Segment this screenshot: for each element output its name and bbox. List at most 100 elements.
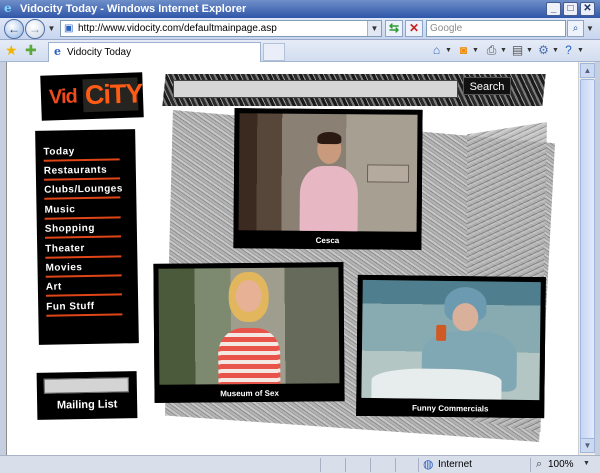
site-search-button[interactable]: Search (463, 77, 511, 95)
status-divider (395, 458, 396, 472)
nav-label: Movies (45, 262, 83, 274)
mailing-list-input[interactable] (43, 377, 129, 394)
category-nav: Today Restaurants Clubs/Lounges Music Sh… (35, 129, 139, 345)
mailing-list-box: Mailing List (36, 371, 138, 420)
url-text: http://www.vidocity.com/defaultmainpage.… (78, 23, 277, 34)
video-frame (238, 113, 418, 232)
status-divider (530, 458, 531, 472)
zoom-magnifier-icon[interactable]: ⌕ (536, 458, 548, 471)
person-head (452, 303, 479, 332)
person-sweater (299, 165, 359, 232)
print-icon[interactable]: ⎙ (485, 43, 498, 57)
zoom-dropdown-icon[interactable]: ▼ (583, 460, 590, 467)
tab-page-icon: e (54, 45, 61, 58)
mailing-list-label[interactable]: Mailing List (37, 398, 137, 412)
home-icon[interactable]: ⌂ (430, 43, 443, 57)
tab-label: Vidocity Today (67, 47, 132, 58)
history-dropdown-icon[interactable]: ▼ (47, 24, 56, 34)
feeds-dropdown-icon[interactable]: ▼ (472, 46, 480, 56)
back-button[interactable]: ← (4, 19, 24, 39)
forward-button[interactable]: → (25, 19, 45, 39)
person-head (235, 279, 262, 313)
tab-vidocity-today[interactable]: e Vidocity Today (48, 42, 261, 62)
nav-item-restaurants[interactable]: Restaurants (43, 162, 121, 181)
nav-item-clubs-lounges[interactable]: Clubs/Lounges (44, 181, 123, 200)
scroll-up-icon[interactable]: ▲ (580, 63, 595, 78)
help-icon[interactable]: ? (562, 43, 575, 57)
vertical-scrollbar[interactable]: ▲ ▼ (578, 62, 595, 455)
address-dropdown-icon[interactable]: ▼ (367, 21, 381, 36)
search-engine-input[interactable]: Google (426, 20, 566, 37)
video-thumbnail-funny-commercials[interactable]: Funny Commercials (356, 274, 546, 419)
nav-label: Clubs/Lounges (44, 183, 123, 196)
maximize-button[interactable]: □ (563, 2, 578, 16)
close-button[interactable]: ✕ (580, 2, 595, 16)
person-hair (317, 131, 342, 145)
status-bar: ◍ Internet ⌕ 100% ▼ (0, 455, 600, 473)
nav-item-art[interactable]: Art (45, 278, 123, 297)
nav-item-fun-stuff[interactable]: Fun Stuff (46, 298, 123, 317)
status-divider (370, 458, 371, 472)
video-caption: Funny Commercials (411, 403, 489, 414)
internet-zone-globe-icon: ◍ (423, 457, 434, 471)
video-thumbnail-museum-of-sex[interactable]: Museum of Sex (153, 262, 345, 403)
address-toolbar: ← → ▼ ▣ http://www.vidocity.com/defaultm… (0, 18, 600, 40)
nav-item-theater[interactable]: Theater (45, 240, 122, 259)
tools-gear-icon[interactable]: ⚙ (537, 43, 550, 57)
nav-item-movies[interactable]: Movies (45, 259, 122, 278)
zoom-level[interactable]: 100% (548, 459, 574, 470)
pill-bottle (436, 324, 447, 341)
add-favorites-icon[interactable]: ✚ (25, 43, 40, 58)
help-dropdown-icon[interactable]: ▼ (577, 46, 585, 56)
search-options-dropdown-icon[interactable]: ▼ (586, 24, 596, 34)
nav-label: Music (44, 204, 76, 216)
video-frame (158, 267, 340, 385)
page-dropdown-icon[interactable]: ▼ (526, 46, 534, 56)
logo-city-text: CiTY (84, 78, 143, 111)
search-icon[interactable]: ⌕ (567, 20, 584, 37)
page-menu-icon[interactable]: ▤ (511, 43, 524, 57)
feeds-icon[interactable]: ◙ (457, 43, 470, 57)
vidocity-logo[interactable]: Vid CiTY (40, 72, 144, 121)
video-caption: Cesca (315, 235, 340, 246)
video-frame (361, 279, 541, 401)
video-caption: Museum of Sex (220, 388, 279, 399)
print-dropdown-icon[interactable]: ▼ (500, 46, 508, 56)
video-person (203, 271, 294, 385)
status-divider (345, 458, 346, 472)
scroll-thumb[interactable] (580, 79, 595, 449)
nav-label: Theater (45, 243, 85, 255)
nav-item-shopping[interactable]: Shopping (44, 220, 122, 239)
scroll-down-icon[interactable]: ▼ (580, 438, 595, 453)
ie-logo-icon: e (4, 1, 12, 15)
page-viewport: Vid CiTY Search Today Restaurants Clubs/… (6, 62, 578, 455)
video-person (294, 131, 365, 232)
page-icon: ▣ (64, 23, 74, 34)
nav-label: Shopping (44, 222, 96, 235)
nav-item-today[interactable]: Today (43, 143, 120, 162)
nav-item-music[interactable]: Music (44, 201, 121, 220)
logo-vid-text: Vid (48, 85, 78, 109)
new-tab-button[interactable] (263, 43, 285, 61)
window-title: Vidocity Today - Windows Internet Explor… (20, 3, 247, 15)
site-search-input[interactable] (173, 80, 458, 98)
tab-bar: ★ ✚ e Vidocity Today ⌂ ▼ ◙ ▼ ⎙ ▼ ▤ ▼ ⚙ ▼… (0, 40, 600, 62)
window-right-frame (595, 62, 600, 455)
address-field[interactable]: ▣ http://www.vidocity.com/defaultmainpag… (60, 20, 382, 37)
status-divider (320, 458, 321, 472)
home-dropdown-icon[interactable]: ▼ (445, 46, 453, 56)
favorites-star-icon[interactable]: ★ (5, 43, 20, 58)
minimize-button[interactable]: _ (546, 2, 561, 16)
security-zone-label: Internet (438, 459, 472, 470)
stop-button[interactable]: ✕ (405, 20, 423, 37)
patient-sheet (371, 368, 502, 400)
refresh-button[interactable]: ⇆ (385, 20, 403, 37)
tools-dropdown-icon[interactable]: ▼ (552, 46, 560, 56)
person-striped-top (217, 327, 281, 385)
nav-label: Art (45, 281, 62, 293)
status-divider (418, 458, 419, 472)
nav-label: Restaurants (43, 164, 108, 177)
storefront-sign (366, 164, 410, 183)
title-bar: e Vidocity Today - Windows Internet Expl… (0, 0, 600, 18)
video-thumbnail-cesca[interactable]: Cesca (233, 108, 423, 250)
